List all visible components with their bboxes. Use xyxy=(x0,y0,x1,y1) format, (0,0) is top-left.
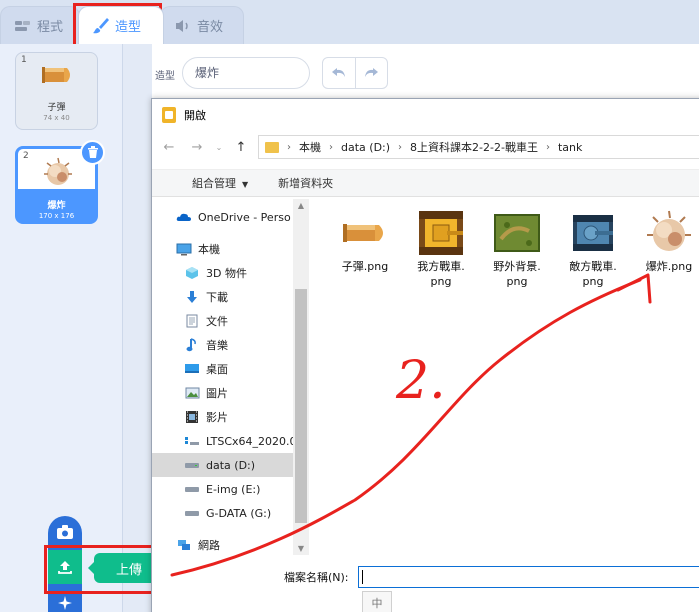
paintbrush-icon xyxy=(91,16,111,36)
red-annotation-overlay: 2. xyxy=(170,273,652,577)
annotation-arrow-line xyxy=(170,278,642,577)
annotation-step-number: 2. xyxy=(395,351,446,411)
tab-costumes[interactable]: 造型 xyxy=(78,6,164,44)
annotation-arrow-head xyxy=(616,273,652,304)
tab-costumes-label: 造型 xyxy=(115,20,142,35)
